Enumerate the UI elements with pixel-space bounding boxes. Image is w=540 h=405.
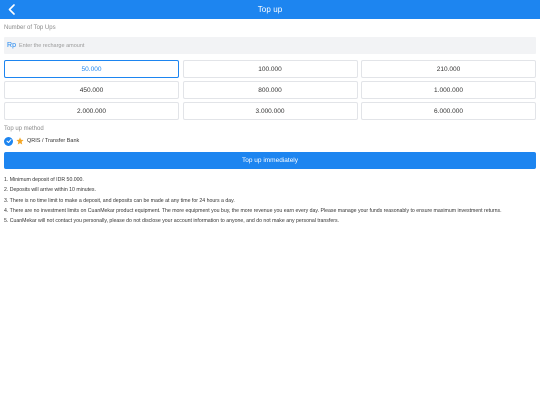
notes-list: 1. Minimum deposit of IDR 50.000. 2. Dep…	[4, 175, 536, 226]
back-button[interactable]	[4, 2, 18, 17]
amount-option[interactable]: 50.000	[4, 60, 179, 78]
amount-options: 50.000 100.000 210.000 450.000 800.000 1…	[4, 60, 536, 120]
payment-method-option[interactable]: QRIS / Transfer Bank	[4, 136, 79, 146]
amount-option[interactable]: 800.000	[182, 81, 358, 99]
check-circle-icon	[4, 136, 13, 146]
amount-option[interactable]: 6.000.000	[361, 102, 536, 120]
amount-option[interactable]: 100.000	[182, 60, 358, 78]
star-icon	[16, 137, 24, 145]
note-item: 3. There is no time limit to make a depo…	[4, 197, 235, 204]
top-bar: Top up	[0, 0, 540, 19]
amount-option[interactable]: 2.000.000	[4, 102, 179, 120]
amount-section-label: Number of Top Ups	[4, 25, 56, 31]
note-item: 5. CuanMekar will not contact you person…	[4, 218, 339, 225]
amount-option[interactable]: 1.000.000	[361, 81, 536, 99]
note-item: 4. There are no investment limits on Cua…	[4, 207, 502, 214]
amount-input[interactable]	[19, 38, 519, 53]
chevron-left-icon	[8, 4, 15, 15]
amount-option[interactable]: 210.000	[361, 60, 536, 78]
amount-option[interactable]: 3.000.000	[182, 102, 358, 120]
note-item: 2. Deposits will arrive within 10 minute…	[4, 187, 96, 194]
amount-field[interactable]: Rp	[4, 37, 536, 54]
currency-prefix: Rp	[7, 42, 16, 49]
payment-method-label: QRIS / Transfer Bank	[27, 138, 80, 144]
page-title: Top up	[257, 5, 283, 14]
note-item: 1. Minimum deposit of IDR 50.000.	[4, 177, 84, 183]
amount-option[interactable]: 450.000	[4, 81, 179, 99]
top-up-button[interactable]: Top up immediately	[4, 152, 536, 169]
method-section-label: Top up method	[4, 126, 44, 132]
